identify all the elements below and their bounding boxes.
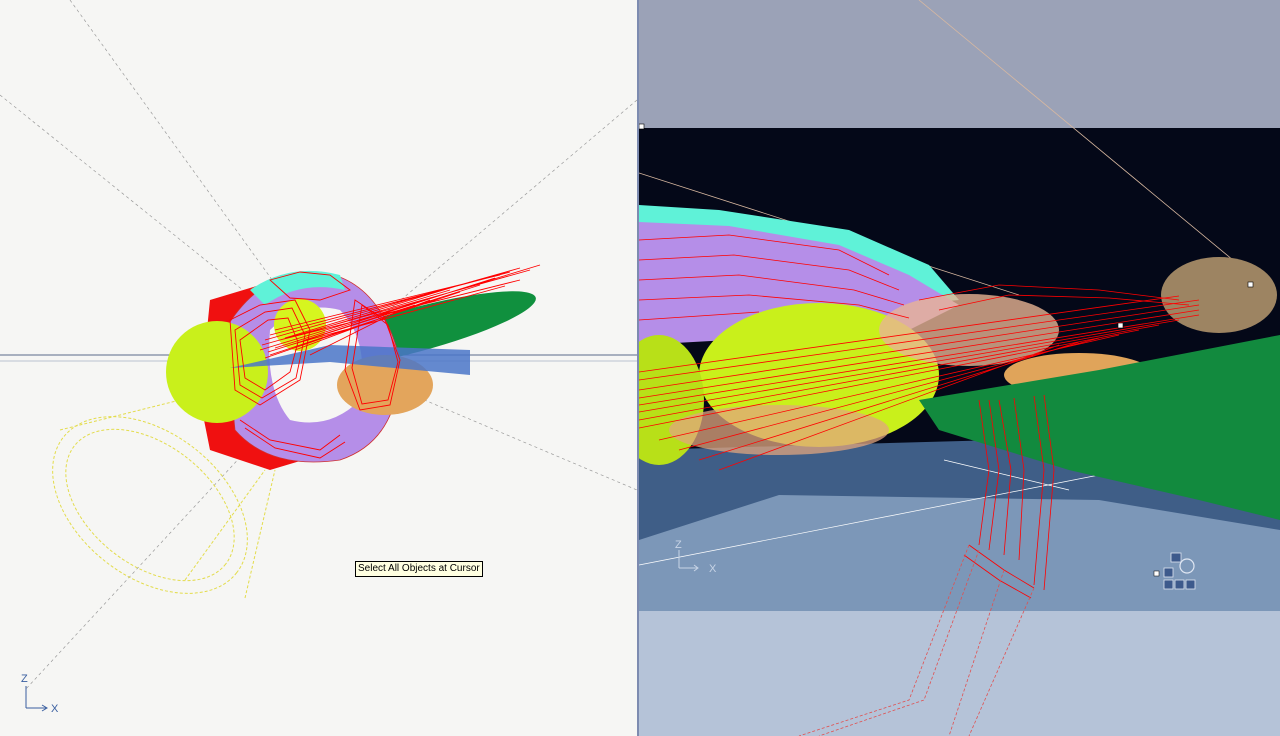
right-scene[interactable]: Z X [639,0,1280,736]
tan-sphere-far[interactable] [1161,257,1277,333]
left-scene[interactable]: Z X [0,0,637,736]
select-all-tooltip: Select All Objects at Cursor [355,561,483,577]
right-viewport[interactable]: Z X [639,0,1280,736]
right-axis-z-label: Z [675,539,682,551]
right-axis-x-label: X [709,563,717,575]
yellow-sphere[interactable] [166,321,268,423]
left-viewport[interactable]: Z X Select All Objects at Cursor [0,0,637,736]
left-axis-x-label: X [51,703,59,715]
left-axis-indicator [25,686,48,712]
left-axis-z-label: Z [21,673,28,685]
